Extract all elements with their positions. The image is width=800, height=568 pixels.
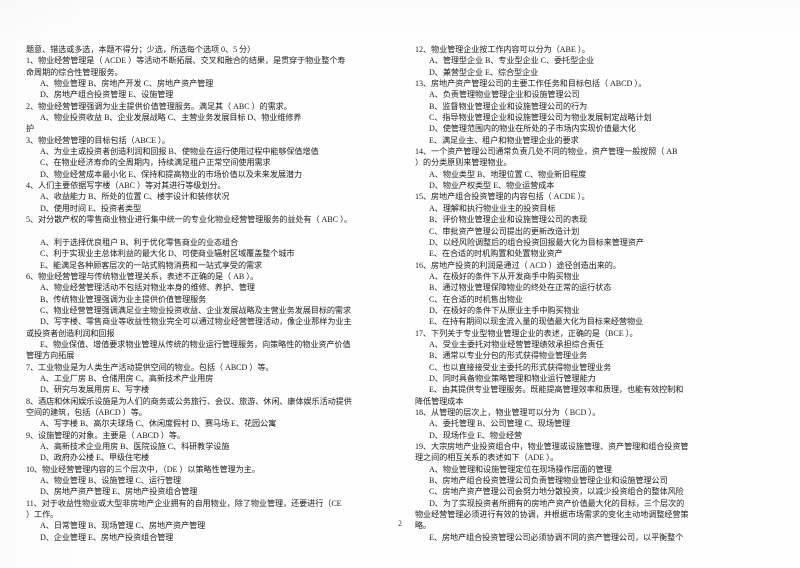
question-stem: 19、大宗房地产业投资组合中，物业管理或设施管理、资产管理和组合投资管	[415, 442, 689, 452]
question-stem: 6、物业经营管理与传统物业管理关系，表述不正确的是（ AB ）。	[26, 271, 259, 281]
question-stem: 9、设施管理的对象。主要是（ ABCD ）等。	[26, 430, 185, 440]
question-stem: 10、物业经营管理内容的三个层次中，（DE ）以策略性管理为主。	[26, 464, 260, 474]
option-line: D、企业管理 E、房地产投资组合管理	[40, 532, 174, 542]
option-line: D、为了实现投资者所拥有的房地产资产价值最大化的目标，三个层次的	[429, 498, 685, 508]
option-line: E、物业保值、增值要求物业管理从传统的物业运行管理服务，向策略性的物业资产价值	[40, 339, 351, 349]
continuation-line: 命周期的综合性管理服务。	[26, 67, 123, 77]
option-line: A、物业管理 B、房地产开发 C、房地产资产管理	[40, 79, 214, 89]
option-line: B、房地产组合投资管理公司负责管理物业管理企业和设施管理公司	[429, 476, 668, 486]
option-line: A、负责管理物业管理企业和设施管理公司	[429, 90, 580, 100]
continuation-line: 空间的建筑，包括（ABCD ）等。	[26, 408, 147, 417]
option-line: C、也以直接接受业主委托的形式获得物业管理业务	[429, 362, 612, 372]
option-line: B、监督物业管理企业和设施管理公司的行为	[429, 101, 588, 111]
option-line: D、房地产资产管理 E、房地产投资组合管理	[40, 487, 198, 497]
question-stem: 5、对分散产权的零售商业物业进行集中统一的专业化物业经营管理服务的益处有（ AB…	[26, 215, 353, 225]
question-stem: 11、对于收益性物业或大型非房地产企业拥有的自用物业，除了物业管理，还要进行（C…	[26, 498, 342, 508]
option-line: A、物业经营管理活动不包括对物业本身的维修、养护、管理	[40, 283, 255, 293]
option-line: A、受业主委托对物业经营管理绩效承担综合责任	[429, 339, 604, 349]
option-line: B、通过物业管理保障物业的终处在正常的运行状态	[429, 283, 612, 293]
option-line: A、委托管理 B、公司管理 C、现场管理	[429, 419, 571, 429]
question-stem: 12、物业管理企业按工作内容可以分为（ABE ）。	[415, 45, 590, 54]
option-line: A、物业管理和设施管理定位在现场操作层面的管理	[429, 464, 612, 474]
option-line: D、物业产权类型 E、物业运营成本	[429, 181, 555, 191]
continuation-line: 护	[26, 124, 35, 134]
option-line: A、利于选择优良租户 B、利于优化零售商业的业态组合	[40, 237, 239, 247]
scanned-exam-page: 题意、错选或多选，本题不得分；少选，所选每个选项 0、5 分） 1、物业经营管理是…	[0, 0, 800, 568]
question-stem: 16、房地产投资的利润是通过（ ACD ）途径创造出来的。	[415, 260, 621, 270]
page-number: 2	[398, 519, 402, 528]
option-line: D、物业经营成本最小化 E、保持和提高物业的市场价值以及未来发展潜力	[40, 169, 303, 179]
option-line: B、传统物业管理强调为业主提供价值管理服务	[40, 294, 207, 304]
option-line: D、现场作业 E、物业经营	[429, 430, 523, 440]
question-stem: 4、人们主要依据写字楼（ABC ）等对其进行等级划分。	[26, 181, 226, 191]
option-line: D、写字楼、零售商业等收益性物业完全可以通过物业经营管理活动，像企业那样为业主	[40, 317, 352, 327]
continuation-line: 管理方向拓展	[26, 351, 75, 361]
two-column-body: 题意、错选或多选，本题不得分；少选，所选每个选项 0、5 分） 1、物业经营管理是…	[0, 44, 800, 568]
question-stem: 17、下列关于专业型物业管理企业的表述，正确的是（BCE ）。	[415, 328, 638, 338]
left-column: 题意、错选或多选，本题不得分；少选，所选每个选项 0、5 分） 1、物业经营管理是…	[26, 44, 401, 568]
option-line: B、评价物业管理企业和设施管理公司的表现	[429, 215, 588, 225]
option-line: C、房地产资产管理公司会努力地分散投资，以减少投资组合的整体风险	[429, 487, 684, 497]
option-line: D、兼营型企业 E、综合型企业	[429, 67, 539, 77]
option-line: D、使用时间 E、投资者类型	[40, 203, 142, 213]
option-line: C、物业经营管理强调满足业主物业投资收益、企业发展战略及主营业务发展目标的需求	[40, 305, 352, 315]
option-line: E、在合适的时机购置和处置物业资产	[429, 249, 563, 259]
continuation-line: 理之间的相互关系的表述如下（ADE ）。	[415, 453, 559, 463]
question-stem: 3、物业经营管理的目标包括（ABCE ）。	[26, 135, 170, 145]
option-line: D、房地产组合投资管理 E、设施管理	[40, 90, 174, 100]
option-line: E、在持有期间以现金流入量的现值最大化为目标来经营物业	[429, 317, 644, 327]
option-line: E、满足业主、租户和物业管理企业的要求	[429, 135, 579, 145]
question-stem: 13、房地产资产管理公司的主要工作任务和目标包括（ ABCD ）。	[415, 79, 647, 89]
option-line: A、工业厂房 B、仓储用房 C、高新技术产业用房	[40, 373, 214, 383]
continuation-line: 或投资者创造利润和回报	[26, 328, 115, 338]
option-line: C、指导物业管理企业和设施管理公司为物业发展制定战略计划	[429, 113, 652, 123]
continuation-line: ）的分类原则来管理物业。	[415, 158, 512, 168]
question-stem: 15、房地产组合投资管理的内容包括（ ACDE ）。	[415, 192, 590, 202]
option-line: C、在物业经济寿命的全周期内，持续满足租户正常空间使用需求	[40, 158, 271, 168]
question-stem: 8、酒店和休闲娱乐设施是为人们的商务或公务旅行、会议、旅游、休闲、康体娱乐活动提…	[26, 396, 352, 406]
option-line: D、在极好的条件下从原业主手中购买物业	[429, 305, 580, 315]
right-column: 12、物业管理企业按工作内容可以分为（ABE ）。 A、管理型企业 B、专业型企业…	[415, 44, 790, 568]
option-line: C、审批资产管理公司提出的更新改造计划	[429, 226, 580, 236]
continuation-line: 降低管理成本	[415, 396, 464, 406]
question-stem: 18、从管理的层次上，物业管理可以分为（ BCD ）。	[415, 408, 601, 417]
option-line: A、管理型企业 B、专业型企业 C、委托型企业	[429, 56, 595, 66]
option-line: E、房地产组合投资管理公司必须协调不同的资产管理公司，以平衡整个	[429, 532, 684, 542]
question-stem: 题意、错选或多选，本题不得分；少选，所选每个选项 0、5 分）	[26, 45, 256, 54]
option-line: D、以经风险调整后的组合投资回报最大化为目标来管理资产	[429, 237, 644, 247]
option-line: A、物业管理 B、设施管理 C、运行管理	[40, 476, 182, 486]
option-line: A、写字楼 B、高尔夫球场 C、休闲度假村 D、赛马场 E、花园公寓	[40, 419, 277, 429]
option-line: C、在合适的时机售出物业	[429, 294, 523, 304]
option-line: A、为业主或投资者创造利润和回报 B、使物业在运行使用过程中能够保值增值	[40, 147, 319, 157]
option-line: D、政府办公楼 E、甲级住宅楼	[40, 453, 150, 463]
option-line: C、利于实现业主总体利益的最大化 D、可使商业辐射区域覆盖整个城市	[40, 249, 295, 259]
option-line: A、物业类型 B、地理位置 C、物业新旧程度	[429, 169, 587, 179]
option-line: A、在极好的条件下从开发商手中购买物业	[429, 271, 580, 281]
option-line: A、理解和执行物业业主的投资目标	[429, 203, 556, 213]
option-line: A、收益能力 B、所处的位置 C、楼宇设计和装修状况	[40, 192, 230, 202]
option-line: D、同时具备物业策略管理和物业运行管理能力	[429, 373, 596, 383]
question-stem: 14、一个资产管理公司通常负责几处不同的物业，资产管理一般按照（ AB	[415, 147, 678, 157]
option-line: D、使管理范围内的物业在所处的子市场内实现价值最大化	[429, 124, 636, 134]
option-line: A、高新技术企业用房 B、医院设施 C、科研教学设施	[40, 442, 230, 452]
option-line: B、通常以专业分包的形式获得物业管理业务	[429, 351, 588, 361]
option-line: A、物业投资收益 B、企业发展战略 C、主营业务发展目标 D、物业维修养	[40, 113, 302, 123]
question-stem: 1、物业经营管理是（ ACDE ）等活动不断拓展、交叉和融合的结果，是贯穿于物业…	[26, 56, 346, 66]
option-line: D、研究与发展用房 E、写字楼	[40, 385, 150, 395]
option-line: E、由其提供专业管理服务。既能提高管理效率和质理，也能有效控制和	[429, 385, 684, 395]
question-stem: 7、工业物业是为人类生产活动提供空间的物业。包括（ ABCD ）等。	[26, 362, 274, 372]
question-stem: 2、物业经营管理强调为业主提供价值管理服务。满足其（ ABC ）的需求。	[26, 101, 292, 111]
option-line: E、能满足各种顾客层次的一站式购物消费和一站式享受的需求	[40, 260, 263, 270]
